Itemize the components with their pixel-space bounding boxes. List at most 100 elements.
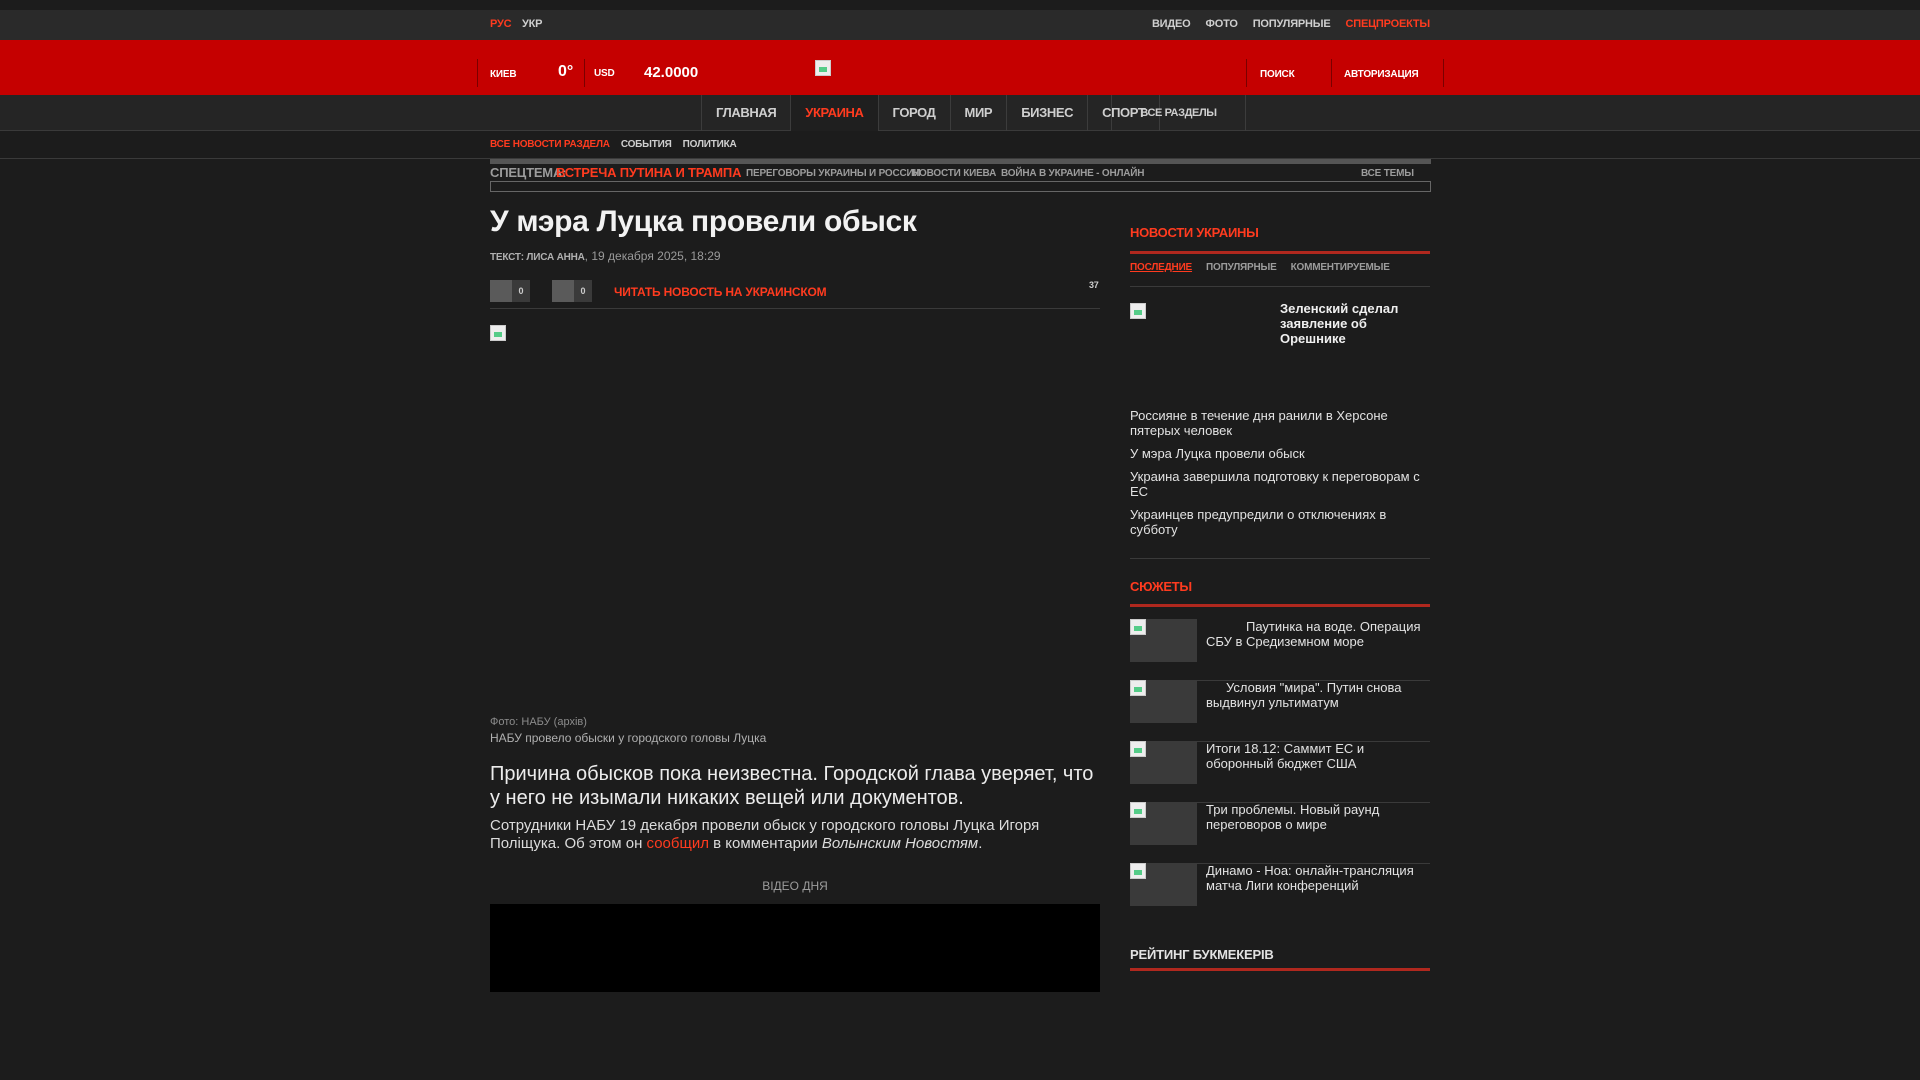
all-sections-button[interactable]: ВСЕ РАЗДЕЛЫ [1112,95,1246,131]
tabs-divider [1130,286,1430,287]
news-item[interactable]: У мэра Луцка провели обыск [1130,446,1430,461]
tab-popular[interactable]: ПОПУЛЯРНЫЕ [1206,262,1277,273]
subnav-events[interactable]: СОБЫТИЯ [621,139,672,150]
story-item[interactable]: Условия "мира". Путин снова выдвинул уль… [1130,680,1430,742]
story-title[interactable]: Паутинка на воде. Операция СБУ в Средизе… [1206,619,1430,649]
story-item[interactable]: Динамо - Ноа: онлайн-трансляция матча Ли… [1130,863,1430,925]
all-sections-box: ВСЕ РАЗДЕЛЫ [1111,95,1246,131]
story-thumbnail [1130,741,1197,784]
story-thumbnail [1130,802,1197,845]
article-author: ТЕКСТ: ЛИСА АННА [490,252,585,263]
body-link-reported[interactable]: сообщил [647,835,709,852]
lang-uk-link[interactable]: УКР [522,18,542,30]
nav-item-city[interactable]: ГОРОД [879,95,951,131]
topic-link-negotiations[interactable]: ПЕРЕГОВОРЫ УКРАИНЫ И РОССИИ [746,168,921,179]
video-player[interactable] [490,904,1100,992]
nav-item-ukraine[interactable]: УКРАИНА [791,95,879,131]
image-placeholder-icon [1130,741,1146,757]
article-meta: ТЕКСТ: ЛИСА АННА, 19 декабря 2025, 18:29 [490,249,1100,263]
image-placeholder-icon [1130,680,1146,696]
article-date: 19 декабря 2025, 18:29 [591,249,721,263]
subnav-all-news[interactable]: ВСЕ НОВОСТИ РАЗДЕЛА [490,139,610,150]
site-logo[interactable] [815,60,831,76]
header-divider [584,59,585,87]
article-lead: Причина обысков пока неизвестна. Городск… [490,763,1094,809]
news-divider [1130,558,1430,559]
image-placeholder-icon [1130,619,1146,635]
nav-tabs: ГЛАВНАЯ УКРАИНА ГОРОД МИР БИЗНЕС СПОРТ [701,95,1161,131]
currency-rate: 42.0000 [644,64,699,81]
article-title: У мэра Луцка провели обыск [490,205,917,238]
currency-label: USD [594,68,615,79]
story-title[interactable]: Динамо - Ноа: онлайн-трансляция матча Ли… [1206,863,1430,893]
story-item[interactable]: Паутинка на воде. Операция СБУ в Средизе… [1130,619,1430,681]
video-of-day-label: ВIДЕО ДНЯ [762,879,828,893]
utility-bar: РУС УКР ВИДЕО ФОТО ПОПУЛЯРНЫЕ СПЕЦПРОЕКТ… [0,10,1920,40]
topic-link-war-online[interactable]: ВОЙНА В УКРАИНЕ - ОНЛАЙН [1001,168,1145,179]
ukraine-news-heading[interactable]: НОВОСТИ УКРАИНЫ [1130,225,1259,240]
tab-commented[interactable]: КОММЕНТИРУЕМЫЕ [1291,262,1390,273]
article-body: Сотрудники НАБУ 19 декабря провели обыск… [490,817,1100,853]
story-item[interactable]: Три проблемы. Новый раунд переговоров о … [1130,802,1430,864]
search-button[interactable]: ПОИСК [1260,69,1295,80]
share-count: 0 [574,280,592,302]
body-text-2: в комментарии [708,835,822,852]
header-divider [1246,59,1247,87]
topics-top-line [490,159,1431,164]
article-divider [490,308,1100,309]
lang-ru-link[interactable]: РУС [490,18,512,30]
utility-links: ВИДЕО ФОТО ПОПУЛЯРНЫЕ СПЕЦПРОЕКТЫ [1152,18,1430,30]
popular-link[interactable]: ПОПУЛЯРНЫЕ [1253,18,1331,30]
section-subnav: ВСЕ НОВОСТИ РАЗДЕЛА СОБЫТИЯ ПОЛИТИКА [0,131,1920,159]
topics-box [490,181,1431,192]
subnav-politics[interactable]: ПОЛИТИКА [683,139,737,150]
article: У мэра Луцка провели обыск ТЕКСТ: ЛИСА А… [490,205,1100,992]
bookmaker-rating-heading: РЕЙТИНГ БУКМЕКЕРIВ [1130,947,1274,962]
main-navigation: ГЛАВНАЯ УКРАИНА ГОРОД МИР БИЗНЕС СПОРТ В… [0,95,1920,131]
video-link[interactable]: ВИДЕО [1152,18,1191,30]
spec-label: СПЕЦТЕМА: [490,165,567,180]
body-text-3: . [978,835,983,852]
header-divider [477,59,478,87]
photo-link[interactable]: ФОТО [1206,18,1238,30]
news-tabs: ПОСЛЕДНИЕ ПОПУЛЯРНЫЕ КОММЕНТИРУЕМЫЕ [1130,262,1390,273]
read-ukrainian-link[interactable]: ЧИТАТЬ НОВОСТЬ НА УКРАИНСКОМ [614,285,827,299]
photo-credit: Фото: НАБУ (архів) [490,716,587,728]
photo-caption: НАБУ провело обыски у городского головы … [490,731,767,745]
stories-heading[interactable]: СЮЖЕТЫ [1130,579,1192,594]
auth-button[interactable]: АВТОРИЗАЦИЯ [1344,69,1419,80]
story-thumbnail [1130,680,1197,723]
news-item[interactable]: Россияне в течение дня ранили в Херсоне … [1130,408,1430,438]
stories-underline [1130,604,1430,607]
article-photo [490,325,506,341]
story-thumbnail [1130,863,1197,906]
nav-item-business[interactable]: БИЗНЕС [1007,95,1089,131]
nav-item-main[interactable]: ГЛАВНАЯ [702,95,792,131]
tab-latest[interactable]: ПОСЛЕДНИЕ [1130,262,1192,273]
rating-underline [1130,968,1430,971]
featured-news-image[interactable] [1130,303,1146,319]
featured-news-link[interactable]: Зеленский сделал заявление об Орешнике [1280,301,1430,346]
nav-item-world[interactable]: МИР [951,95,1008,131]
news-item[interactable]: Украина завершила подготовку к переговор… [1130,469,1430,499]
topic-link-kyiv[interactable]: НОВОСТИ КИЕВА [912,168,996,179]
share-button[interactable] [552,280,574,302]
header-divider [1443,59,1444,87]
spec-highlight-link[interactable]: ВСТРЕЧА ПУТИНА И ТРАМПА [556,165,741,180]
heading-underline [1130,251,1430,254]
news-item[interactable]: Украинцев предупредили о отключениях в с… [1130,507,1430,537]
social-row: 0 0 ЧИТАТЬ НОВОСТЬ НА УКРАИНСКОМ 37 [490,280,1100,304]
site-header: КИЕВ 0° USD 42.0000 ПОИСК АВТОРИЗАЦИЯ [0,40,1920,95]
image-placeholder-icon [1130,863,1146,879]
story-title[interactable]: Три проблемы. Новый раунд переговоров о … [1206,802,1430,832]
top-strip [0,0,1920,10]
all-topics-link[interactable]: ВСЕ ТЕМЫ [1361,168,1414,179]
story-thumbnail [1130,619,1197,662]
story-title[interactable]: Итоги 18.12: Саммит ЕС и оборонный бюдже… [1206,741,1430,771]
special-projects-link[interactable]: СПЕЦПРОЕКТЫ [1346,18,1431,30]
temperature: 0° [558,63,574,80]
story-item[interactable]: Итоги 18.12: Саммит ЕС и оборонный бюдже… [1130,741,1430,803]
special-topics-bar: СПЕЦТЕМА: ВСТРЕЧА ПУТИНА И ТРАМПА ПЕРЕГО… [490,159,1431,192]
like-button[interactable] [490,280,512,302]
story-title[interactable]: Условия "мира". Путин снова выдвинул уль… [1206,680,1430,710]
